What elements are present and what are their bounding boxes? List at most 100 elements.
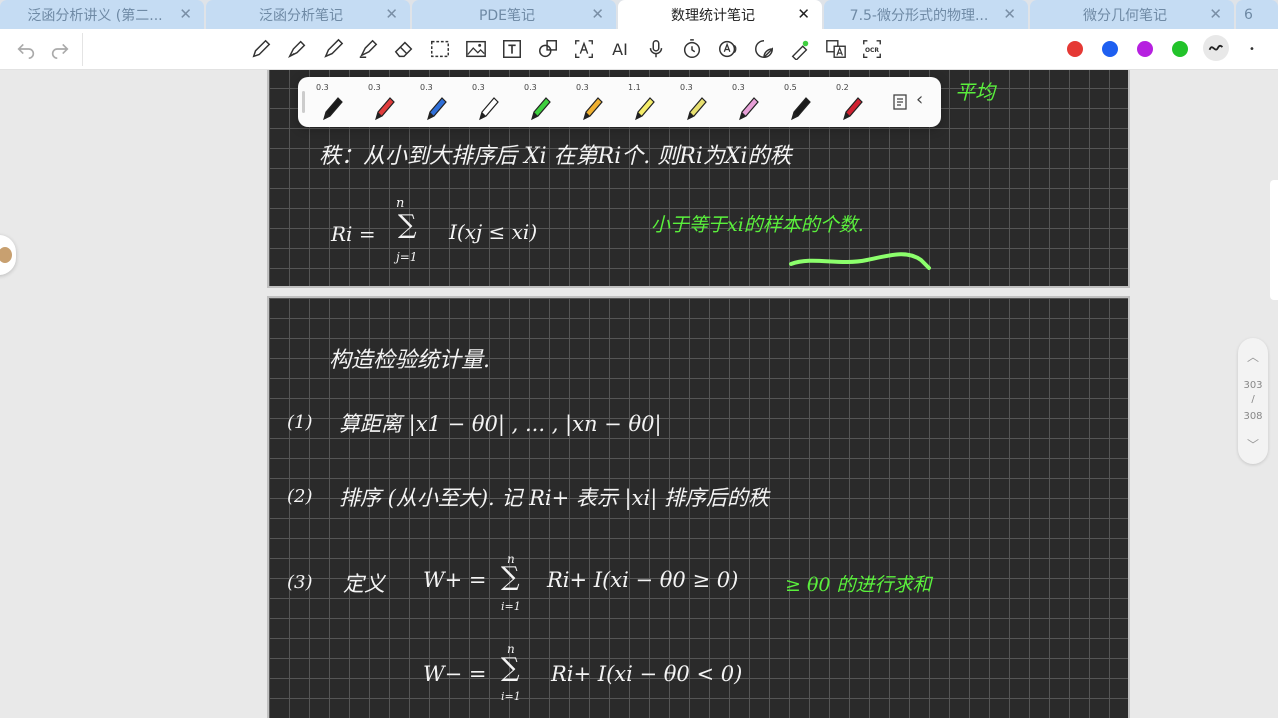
pen-preset[interactable]: 0.3 [414, 81, 454, 123]
pen-preset[interactable]: 0.5 [778, 81, 818, 123]
section-heading: 构造检验统计量. [329, 348, 490, 373]
color-swatch-green[interactable] [1172, 41, 1188, 57]
read-aloud-icon[interactable] [716, 37, 740, 61]
pen-preset[interactable]: 0.3 [674, 81, 714, 123]
avatar-face [0, 247, 12, 263]
close-icon[interactable]: ✕ [385, 5, 398, 23]
tab-functional-analysis-lecture[interactable]: 泛函分析讲义 (第二... ✕ [0, 0, 204, 29]
pen-size-label: 1.1 [628, 83, 641, 92]
pen-preset[interactable]: 0.3 [518, 81, 558, 123]
sum-lower-limit: i=1 [501, 690, 521, 703]
tab-bar: 泛函分析讲义 (第二... ✕ 泛函分析笔记 ✕ PDE笔记 ✕ 数理统计笔记 … [0, 0, 1278, 29]
lasso-select-icon[interactable] [428, 37, 452, 61]
w-minus-rhs: Ri+ I(xi − θ0 < 0) [551, 662, 743, 686]
redo-icon[interactable] [48, 37, 72, 61]
close-icon[interactable]: ✕ [1003, 5, 1016, 23]
list-icon[interactable] [892, 93, 908, 111]
pen-icon [323, 97, 343, 121]
tab-count[interactable]: 6 [1236, 0, 1278, 29]
shapes-icon[interactable] [536, 37, 560, 61]
ai-tool-icon[interactable]: AI [608, 37, 632, 61]
color-swatch-blue[interactable] [1102, 41, 1118, 57]
chevron-up-icon[interactable]: ︿ [1238, 348, 1268, 365]
tab-statistics-notes[interactable]: 数理统计笔记 ✕ [618, 0, 822, 29]
formula-ri-lhs: Ri = [331, 222, 376, 246]
avatar[interactable] [0, 235, 16, 275]
step-text: 算距离 |x1 − θ0| , ... , |xn − θ0| [339, 412, 662, 436]
tab-label: 7.5-微分形式的物理... [849, 7, 989, 24]
tab-label: 泛函分析笔记 [259, 7, 343, 24]
sticker-icon[interactable] [752, 37, 776, 61]
tab-pde-notes[interactable]: PDE笔记 ✕ [412, 0, 616, 29]
more-options-icon[interactable]: • [1240, 37, 1264, 61]
pen-preset-panel: 0.3 0.3 0.3 0.3 0.3 0.3 1.1 0.3 0.3 0.5 0.2 ‹ [298, 77, 941, 127]
tab-label: PDE笔记 [478, 7, 536, 24]
timer-icon[interactable] [680, 37, 704, 61]
close-icon[interactable]: ✕ [1209, 5, 1222, 23]
tab-functional-analysis-notes[interactable]: 泛函分析笔记 ✕ [206, 0, 410, 29]
w-plus-lhs: W+ = [423, 568, 487, 592]
step-text: 定义 [343, 572, 385, 596]
highlighter-icon[interactable] [356, 37, 380, 61]
close-icon[interactable]: ✕ [179, 5, 192, 23]
pen-size-label: 0.3 [524, 83, 537, 92]
pen-size-label: 0.3 [732, 83, 745, 92]
note-page-303[interactable]: 构造检验统计量. (1) 算距离 |x1 − θ0| , ... , |xn −… [267, 296, 1130, 718]
close-icon[interactable]: ✕ [591, 5, 604, 23]
pen-preset[interactable]: 0.3 [362, 81, 402, 123]
highlight-squiggle [789, 252, 931, 270]
step-text: 排序 (从小至大). 记 Ri+ 表示 |xi| 排序后的秩 [339, 486, 769, 510]
pen-preset[interactable]: 0.3 [310, 81, 350, 123]
page-navigator: ︿ 303 / 308 ﹀ [1238, 338, 1268, 464]
ocr-icon[interactable]: OCR [860, 37, 884, 61]
current-page-number[interactable]: 303 [1238, 380, 1268, 391]
fountain-pen-icon[interactable] [285, 37, 309, 61]
pen-preset[interactable]: 0.3 [726, 81, 766, 123]
pen-icon [583, 97, 603, 121]
undo-icon[interactable] [14, 37, 38, 61]
page-separator: / [1251, 394, 1255, 405]
pen-icon [375, 97, 395, 121]
translate-icon[interactable] [824, 37, 848, 61]
pen-preset[interactable]: 0.3 [570, 81, 610, 123]
pen-size-label: 0.3 [420, 83, 433, 92]
notebook-canvas[interactable]: 平均 秩：从小到大排序后 Xi 在第Ri个. 则Ri为Xi的秩 Ri = n ∑… [0, 70, 1278, 718]
tab-differential-geometry[interactable]: 微分几何笔记 ✕ [1030, 0, 1234, 29]
image-icon[interactable] [464, 37, 488, 61]
pen-size-label: 0.5 [784, 83, 797, 92]
pen-icon [531, 97, 551, 121]
tab-label: 数理统计笔记 [671, 7, 755, 24]
total-page-count: 308 [1243, 411, 1263, 422]
pen-icon [791, 97, 811, 121]
tab-differential-forms[interactable]: 7.5-微分形式的物理... ✕ [824, 0, 1028, 29]
close-icon[interactable]: ✕ [797, 5, 810, 23]
laser-pointer-icon[interactable] [788, 37, 812, 61]
pen-icon[interactable] [249, 37, 273, 61]
tab-label: 微分几何笔记 [1083, 7, 1167, 24]
ocr-label: OCR [865, 47, 879, 54]
text-recognize-icon[interactable] [572, 37, 596, 61]
pen-size-label: 0.2 [836, 83, 849, 92]
pen-size-label: 0.3 [680, 83, 693, 92]
eraser-icon[interactable] [392, 37, 416, 61]
color-swatch-red[interactable] [1067, 41, 1083, 57]
w-plus-annotation: ≥ θ0 的进行求和 [785, 574, 932, 596]
text-box-icon[interactable] [500, 37, 524, 61]
pen-preset[interactable]: 0.3 [466, 81, 506, 123]
ballpoint-pen-icon[interactable] [321, 37, 345, 61]
drag-handle[interactable] [302, 91, 305, 113]
chevron-down-icon[interactable]: ﹀ [1238, 436, 1268, 453]
collapse-chevron-icon[interactable]: ‹ [916, 89, 923, 110]
step-number: (2) [287, 486, 313, 507]
stroke-style-icon[interactable] [1203, 35, 1229, 61]
sum-symbol: ∑ [501, 653, 520, 683]
rank-definition: 秩：从小到大排序后 Xi 在第Ri个. 则Ri为Xi的秩 [319, 144, 792, 169]
step-number: (3) [287, 572, 313, 593]
pen-preset[interactable]: 1.1 [622, 81, 662, 123]
pen-preset[interactable]: 0.2 [830, 81, 870, 123]
color-swatch-purple[interactable] [1137, 41, 1153, 57]
side-panel-handle[interactable] [1270, 180, 1278, 300]
microphone-icon[interactable] [644, 37, 668, 61]
pen-size-label: 0.3 [316, 83, 329, 92]
pen-icon [687, 97, 707, 121]
